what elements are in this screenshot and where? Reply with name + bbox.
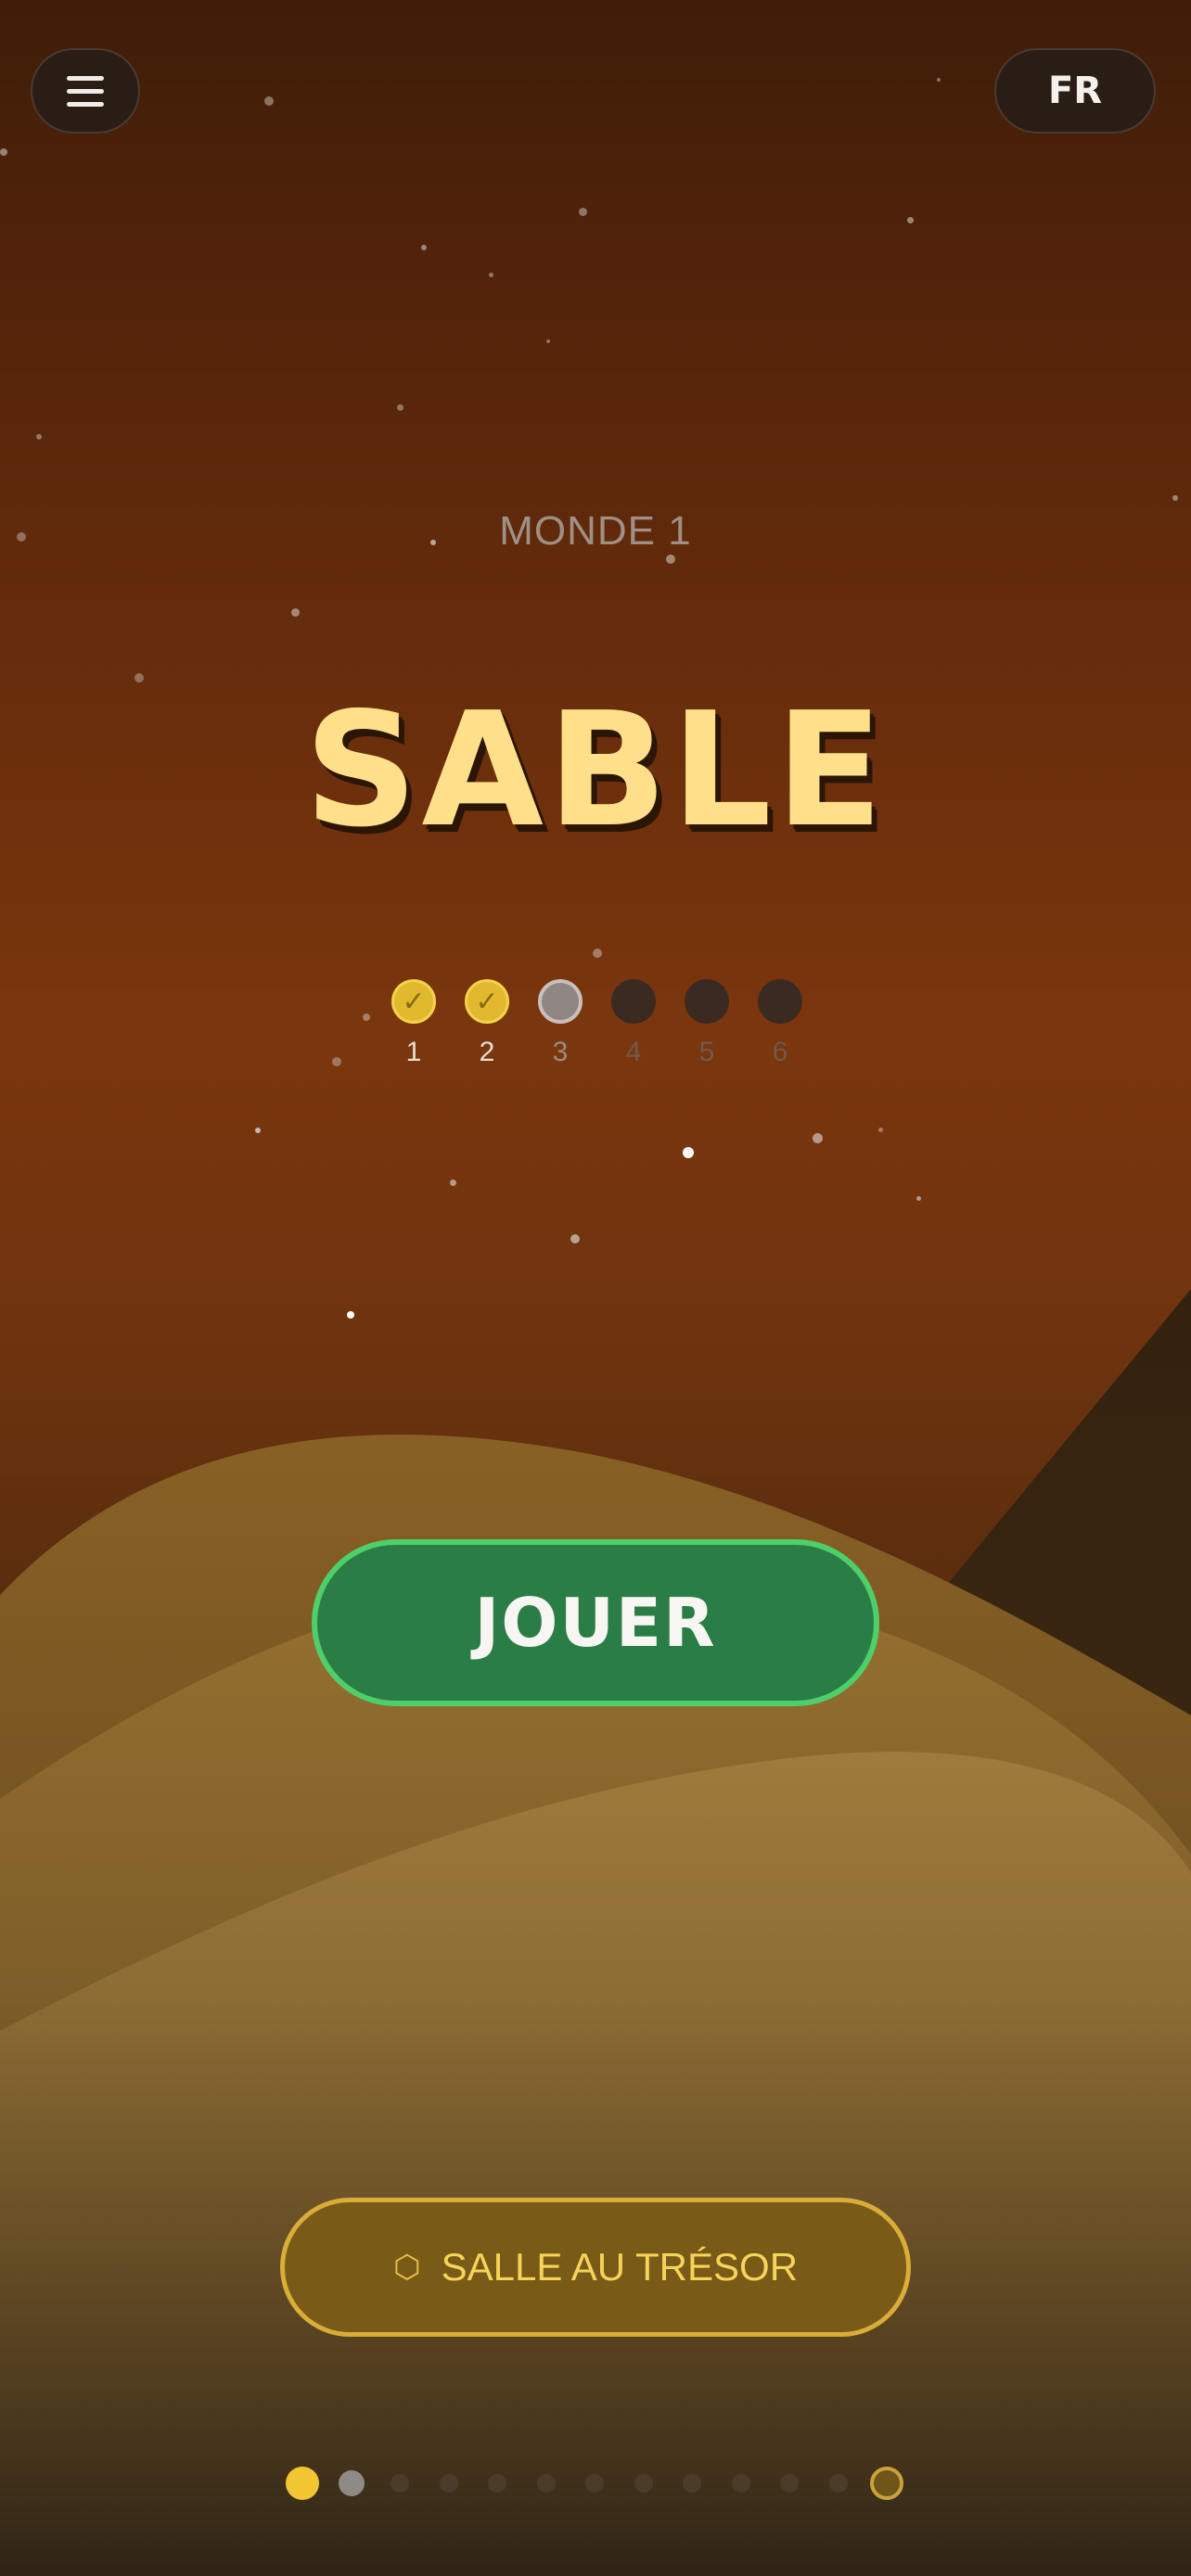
- level-node-1[interactable]: ✓ 1: [386, 979, 442, 1068]
- level-dot: [611, 979, 656, 1024]
- page-dot[interactable]: [338, 2470, 365, 2496]
- language-button[interactable]: FR: [994, 48, 1156, 134]
- play-button[interactable]: JOUER: [312, 1539, 879, 1706]
- page-dot[interactable]: [585, 2474, 604, 2493]
- world-page-indicator: [0, 2467, 1191, 2504]
- treasure-room-button[interactable]: ⬡ SALLE AU TRÉSOR: [280, 2198, 911, 2337]
- world-label: MONDE 1: [499, 508, 692, 554]
- level-number: 5: [698, 1037, 715, 1067]
- page-dot[interactable]: [780, 2474, 799, 2493]
- level-number: 1: [405, 1037, 422, 1067]
- treasure-room-label: SALLE AU TRÉSOR: [441, 2245, 799, 2289]
- level-node-6: 6: [752, 979, 808, 1068]
- page-dot[interactable]: [488, 2474, 506, 2493]
- level-progress: ✓ 1 ✓ 2 3 4 5 6: [0, 979, 1191, 1081]
- page-dot[interactable]: [536, 2474, 556, 2493]
- level-node-4: 4: [606, 979, 661, 1068]
- level-number: 6: [772, 1037, 788, 1067]
- checkmark-icon: ✓: [391, 979, 436, 1024]
- sand-dunes: [0, 1280, 1191, 2576]
- page-dot[interactable]: [870, 2467, 903, 2500]
- level-dot: [758, 979, 802, 1024]
- level-dot: [685, 979, 729, 1024]
- hamburger-menu-icon: [67, 75, 104, 81]
- page-dot[interactable]: [391, 2474, 409, 2493]
- page-dot[interactable]: [828, 2474, 848, 2493]
- page-dot[interactable]: [683, 2474, 701, 2493]
- checkmark-icon: ✓: [465, 979, 509, 1024]
- hexagon-icon: ⬡: [392, 2250, 421, 2285]
- page-dot[interactable]: [286, 2467, 319, 2500]
- level-node-5: 5: [679, 979, 735, 1068]
- world-title: SABLE: [303, 679, 888, 862]
- level-number: 2: [479, 1037, 495, 1067]
- level-dot: [538, 979, 583, 1024]
- page-dot[interactable]: [731, 2474, 750, 2493]
- menu-button[interactable]: [31, 48, 140, 134]
- page-dot[interactable]: [439, 2474, 458, 2493]
- level-node-2[interactable]: ✓ 2: [459, 979, 515, 1068]
- level-number: 3: [552, 1037, 569, 1067]
- page-dot[interactable]: [634, 2474, 653, 2493]
- level-node-3[interactable]: 3: [532, 979, 588, 1068]
- level-number: 4: [625, 1037, 642, 1067]
